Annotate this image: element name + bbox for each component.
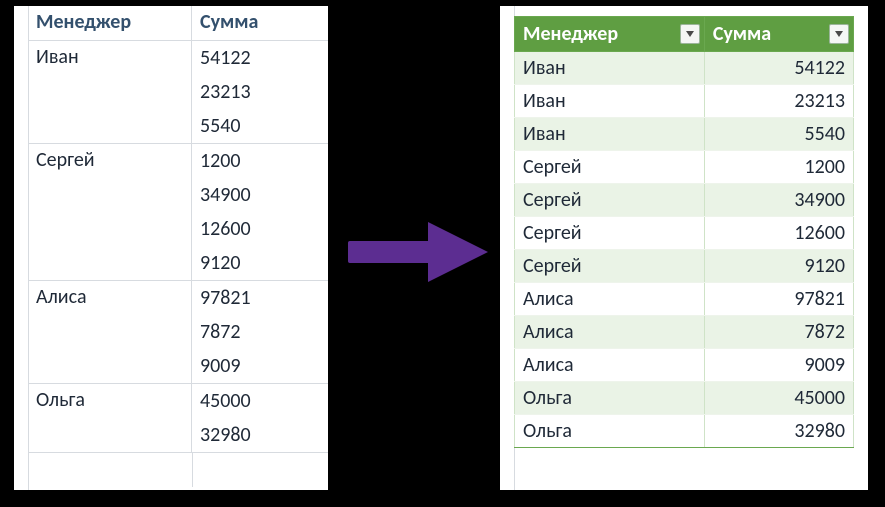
source-group: Алиса9782178729009 (28, 281, 328, 384)
result-header-sum[interactable]: Сумма (704, 17, 853, 52)
source-group: Сергей120034900126009120 (28, 144, 328, 281)
result-sum-cell[interactable]: 54122 (704, 52, 853, 85)
source-sum-cell[interactable]: 5540 (192, 109, 328, 143)
result-manager-cell[interactable]: Сергей (515, 250, 705, 283)
result-table-panel: Менеджер Сумма Иван54122И (500, 6, 868, 490)
table-row: Ольга45000 (515, 382, 854, 415)
result-table: Менеджер Сумма Иван54122И (514, 16, 854, 448)
source-group: Ольга4500032980 (28, 384, 328, 453)
result-header-manager-label: Менеджер (523, 22, 618, 46)
source-manager-cell[interactable]: Ольга (28, 384, 192, 452)
chevron-down-icon (686, 31, 694, 37)
table-row: Алиса97821 (515, 283, 854, 316)
table-row: Иван54122 (515, 52, 854, 85)
source-sum-cell[interactable]: 1200 (192, 144, 328, 178)
result-manager-cell[interactable]: Иван (515, 118, 705, 151)
result-manager-cell[interactable]: Алиса (515, 349, 705, 382)
result-sum-cell[interactable]: 97821 (704, 283, 853, 316)
source-sum-cell[interactable]: 7872 (192, 315, 328, 349)
result-manager-cell[interactable]: Сергей (515, 184, 705, 217)
source-empty-row (28, 453, 328, 487)
result-sum-cell[interactable]: 5540 (704, 118, 853, 151)
table-row: Сергей1200 (515, 151, 854, 184)
result-manager-cell[interactable]: Сергей (515, 151, 705, 184)
source-manager-cell[interactable]: Сергей (28, 144, 192, 280)
table-row: Иван23213 (515, 85, 854, 118)
source-sum-cell[interactable]: 34900 (192, 178, 328, 212)
result-sum-cell[interactable]: 34900 (704, 184, 853, 217)
row-gutter (500, 6, 515, 490)
result-header-sum-label: Сумма (713, 22, 771, 46)
result-sum-cell[interactable]: 45000 (704, 382, 853, 415)
result-sum-cell[interactable]: 1200 (704, 151, 853, 184)
transform-arrow (348, 216, 488, 286)
source-sum-cell[interactable]: 97821 (192, 281, 328, 315)
result-manager-cell[interactable]: Иван (515, 52, 705, 85)
table-row: Алиса9009 (515, 349, 854, 382)
source-header-sum[interactable]: Сумма (192, 6, 328, 40)
result-sum-cell[interactable]: 9120 (704, 250, 853, 283)
table-row: Иван5540 (515, 118, 854, 151)
source-sum-cell[interactable]: 23213 (192, 75, 328, 109)
source-manager-cell[interactable]: Алиса (28, 281, 192, 383)
table-row: Алиса7872 (515, 316, 854, 349)
source-sum-cell[interactable]: 32980 (192, 418, 328, 452)
source-header-row: Менеджер Сумма (28, 6, 328, 41)
result-manager-cell[interactable]: Ольга (515, 382, 705, 415)
table-row: Ольга32980 (515, 415, 854, 448)
source-range-panel: Менеджер Сумма Иван54122232135540Сергей1… (14, 6, 328, 490)
filter-dropdown-sum[interactable] (829, 24, 849, 44)
result-manager-cell[interactable]: Сергей (515, 217, 705, 250)
filter-dropdown-manager[interactable] (680, 24, 700, 44)
source-sum-cell[interactable]: 12600 (192, 212, 328, 246)
source-sum-cell[interactable]: 9009 (192, 349, 328, 383)
source-sum-cell[interactable]: 9120 (192, 246, 328, 280)
result-manager-cell[interactable]: Алиса (515, 283, 705, 316)
chevron-down-icon (835, 31, 843, 37)
result-manager-cell[interactable]: Алиса (515, 316, 705, 349)
source-manager-cell[interactable]: Иван (28, 41, 192, 143)
source-header-manager[interactable]: Менеджер (28, 6, 192, 40)
table-row: Сергей12600 (515, 217, 854, 250)
result-manager-cell[interactable]: Иван (515, 85, 705, 118)
table-row: Сергей34900 (515, 184, 854, 217)
result-sum-cell[interactable]: 12600 (704, 217, 853, 250)
source-group: Иван54122232135540 (28, 41, 328, 144)
result-sum-cell[interactable]: 23213 (704, 85, 853, 118)
result-header-manager[interactable]: Менеджер (515, 17, 705, 52)
result-sum-cell[interactable]: 32980 (704, 415, 853, 448)
result-sum-cell[interactable]: 7872 (704, 316, 853, 349)
result-sum-cell[interactable]: 9009 (704, 349, 853, 382)
source-sum-cell[interactable]: 45000 (192, 384, 328, 418)
source-sum-cell[interactable]: 54122 (192, 41, 328, 75)
result-manager-cell[interactable]: Ольга (515, 415, 705, 448)
table-row: Сергей9120 (515, 250, 854, 283)
row-gutter (14, 6, 29, 490)
